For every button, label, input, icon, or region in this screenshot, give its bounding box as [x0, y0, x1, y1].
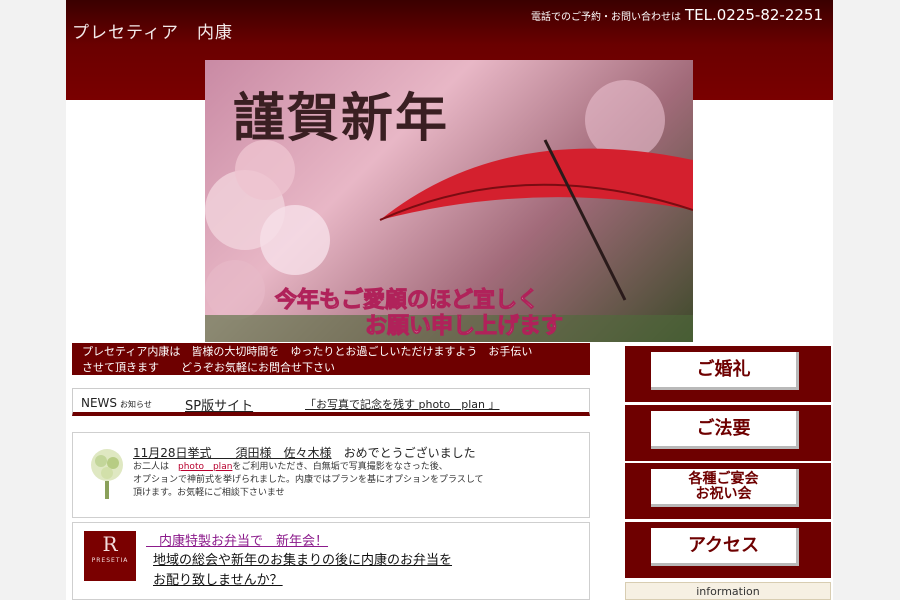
nav-banquet-label[interactable]: 各種ご宴会 お祝い会 [651, 469, 799, 507]
nav-memorial[interactable]: ご法要 [625, 405, 831, 461]
news-body: お二人は photo planをご利用いただき、白無垢で写真撮影をなさった後、 … [133, 461, 583, 500]
nav-access-label[interactable]: アクセス [651, 528, 799, 566]
contact-label: 電話でのご予約・お問い合わせは [530, 12, 681, 23]
bento-desc-line2: お配り致しませんか？ [153, 573, 283, 588]
news-bar: NEWS お知らせ SP版サイト 「お写真で記念を残す photo plan 」 [72, 388, 590, 416]
logo-letter: R [102, 532, 118, 556]
intro-line2: させて頂きます どうぞお気軽にお問合せ下さい [82, 361, 335, 374]
news-label-sub: お知らせ [120, 400, 152, 409]
sp-site-link[interactable]: SP版サイト [185, 395, 253, 414]
news-headline: 11月28日挙式 須田様 佐々木様 おめでとうございました [133, 444, 476, 461]
bento-description[interactable]: 地域の総会や新年のお集まりの後に内康のお弁当を お配り致しませんか？ [153, 551, 452, 591]
phone-number[interactable]: TEL.0225-82-2251 [685, 6, 823, 24]
news-body-text2: をご利用いただき、白無垢で写真撮影をなさった後、 [232, 462, 448, 472]
site-title[interactable]: プレセティア 内康 [72, 18, 233, 43]
photo-plan-inline-link[interactable]: photo plan [178, 462, 232, 472]
photo-plan-link[interactable]: 「お写真で記念を残す photo plan 」 [305, 396, 499, 412]
news-item-wedding: 11月28日挙式 須田様 佐々木様 おめでとうございました お二人は photo… [72, 432, 590, 518]
logo-name: PRESETIA [91, 557, 129, 564]
bento-desc-line1: 地域の総会や新年のお集まりの後に内康のお弁当を [153, 553, 453, 568]
nav-banquet-line2: お祝い会 [695, 486, 752, 502]
hero-title: 謹賀新年 [233, 88, 450, 149]
news-label-text: NEWS [81, 396, 118, 410]
news-headline-date[interactable]: 11月28日挙式 須田様 佐々木様 [133, 446, 332, 460]
information-header: information [625, 582, 831, 600]
contact-info: 電話でのご予約・お問い合わせは TEL.0225-82-2251 [531, 6, 823, 24]
nav-access[interactable]: アクセス [625, 522, 831, 578]
nav-wedding-label[interactable]: ご婚礼 [651, 352, 799, 390]
news-label: NEWS お知らせ [81, 396, 152, 410]
bouquet-icon [91, 449, 123, 499]
nav-wedding[interactable]: ご婚礼 [625, 346, 831, 402]
news-item-bento: R PRESETIA 内康特製お弁当で 新年会！ 地域の総会や新年のお集まりの後… [72, 522, 590, 600]
bento-title-link[interactable]: 内康特製お弁当で 新年会！ [146, 530, 328, 549]
intro-banner: プレセティア内康は 皆様の大切時間を ゆったりとお過ごしいただけますよう お手伝… [72, 343, 590, 375]
nav-banquet-line1: 各種ご宴会 [688, 471, 759, 487]
news-body-line2: オプションで神前式を挙げられました。内康ではプランを基にオプションをプラスして [133, 475, 484, 485]
hero-message-line2: お願い申し上げます [364, 314, 564, 340]
nav-banquet[interactable]: 各種ご宴会 お祝い会 [625, 463, 831, 519]
presetia-logo: R PRESETIA [84, 531, 136, 581]
news-body-text: お二人は [133, 462, 179, 472]
hero-banner: 謹賀新年 今年もご愛顧のほど宜しく お願い申し上げます [205, 60, 693, 342]
news-body-line3: 頂けます。お気軽にご相談下さいませ [133, 488, 285, 498]
news-headline-msg: おめでとうございました [343, 446, 476, 460]
intro-line1: プレセティア内康は 皆様の大切時間を ゆったりとお過ごしいただけますよう お手伝… [82, 345, 533, 358]
page: プレセティア 内康 電話でのご予約・お問い合わせは TEL.0225-82-225… [66, 0, 833, 600]
nav-memorial-label[interactable]: ご法要 [651, 411, 799, 449]
